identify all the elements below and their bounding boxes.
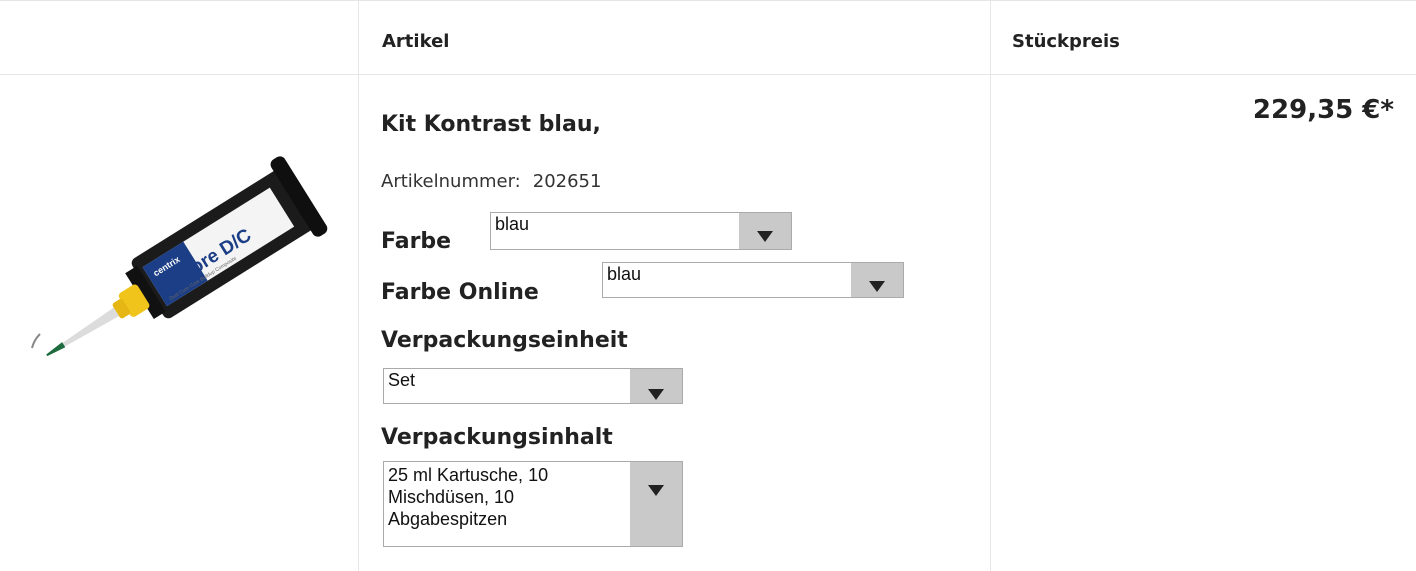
chevron-down-icon (648, 389, 664, 400)
farbe-online-select[interactable]: blau (602, 262, 904, 298)
farbe-online-select-value: blau (607, 264, 642, 284)
farbe-label: Farbe (381, 229, 452, 254)
column-divider-2 (990, 0, 991, 571)
table-top-border (0, 0, 1416, 1)
header-row-border (0, 74, 1416, 75)
chevron-down-icon (757, 231, 773, 242)
product-image[interactable]: centrix Encore D/C Dual Cure Core Buildu… (20, 148, 340, 372)
verpackungsinhalt-line-1: 25 ml Kartusche, 10 (388, 465, 549, 485)
article-number-value: 202651 (532, 171, 602, 192)
chevron-down-icon (648, 485, 664, 496)
verpackungsinhalt-line-2: Mischdüsen, 10 (388, 487, 515, 507)
column-header-stueckpreis: Stückpreis (1012, 31, 1120, 52)
column-header-artikel: Artikel (382, 31, 450, 52)
farbe-online-label: Farbe Online (381, 280, 539, 305)
verpackungsinhalt-select[interactable]: 25 ml Kartusche, 10 Mischdüsen, 10 Abgab… (383, 461, 683, 547)
product-title[interactable]: Kit Kontrast blau, (381, 112, 601, 137)
verpackungseinheit-select[interactable]: Set (383, 368, 683, 404)
chevron-down-icon (869, 281, 885, 292)
article-number-label: Artikelnummer: (381, 171, 521, 192)
verpackungseinheit-label: Verpackungseinheit (381, 328, 628, 353)
farbe-select-arrow[interactable] (739, 213, 791, 249)
farbe-online-select-arrow[interactable] (851, 263, 903, 297)
verpackungsinhalt-select-value: 25 ml Kartusche, 10 Mischdüsen, 10 Abgab… (388, 464, 548, 530)
verpackungseinheit-select-value: Set (388, 370, 416, 390)
verpackungseinheit-select-arrow[interactable] (630, 369, 682, 403)
farbe-select[interactable]: blau (490, 212, 792, 250)
article-number-row: Artikelnummer: 202651 (381, 171, 601, 192)
verpackungsinhalt-select-arrow[interactable] (630, 462, 682, 546)
verpackungsinhalt-label: Verpackungsinhalt (381, 425, 613, 450)
farbe-select-value: blau (495, 214, 530, 234)
column-divider-1 (358, 0, 359, 571)
unit-price: 229,35 €* (1252, 95, 1394, 125)
verpackungsinhalt-line-3: Abgabespitzen (388, 509, 508, 529)
